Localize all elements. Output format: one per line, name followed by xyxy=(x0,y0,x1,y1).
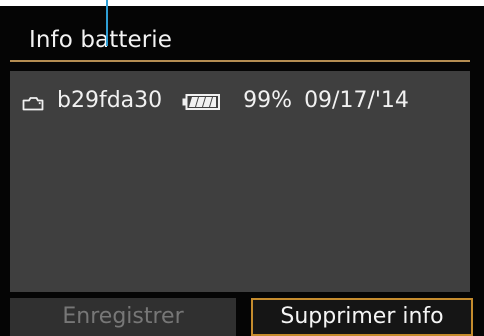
callout-line xyxy=(106,0,108,46)
battery-id: b29fda30 xyxy=(57,88,163,113)
battery-row[interactable]: b29fda30 99% 09/17/'14 xyxy=(22,86,409,116)
battery-list-panel: b29fda30 99% 09/17/'14 xyxy=(10,71,470,292)
save-button[interactable]: Enregistrer xyxy=(10,298,236,336)
battery-date: 09/17/'14 xyxy=(304,88,409,113)
header: Info batterie xyxy=(10,12,470,60)
header-divider xyxy=(10,60,470,62)
battery-percent: 99% xyxy=(243,88,293,113)
delete-info-button[interactable]: Supprimer info xyxy=(251,298,473,336)
page-title: Info batterie xyxy=(29,26,173,53)
battery-icon xyxy=(182,93,221,110)
battery-info-screen: Info batterie b29fda30 99% 09/17/'14 Enr… xyxy=(0,6,484,336)
camera-icon xyxy=(22,94,44,110)
